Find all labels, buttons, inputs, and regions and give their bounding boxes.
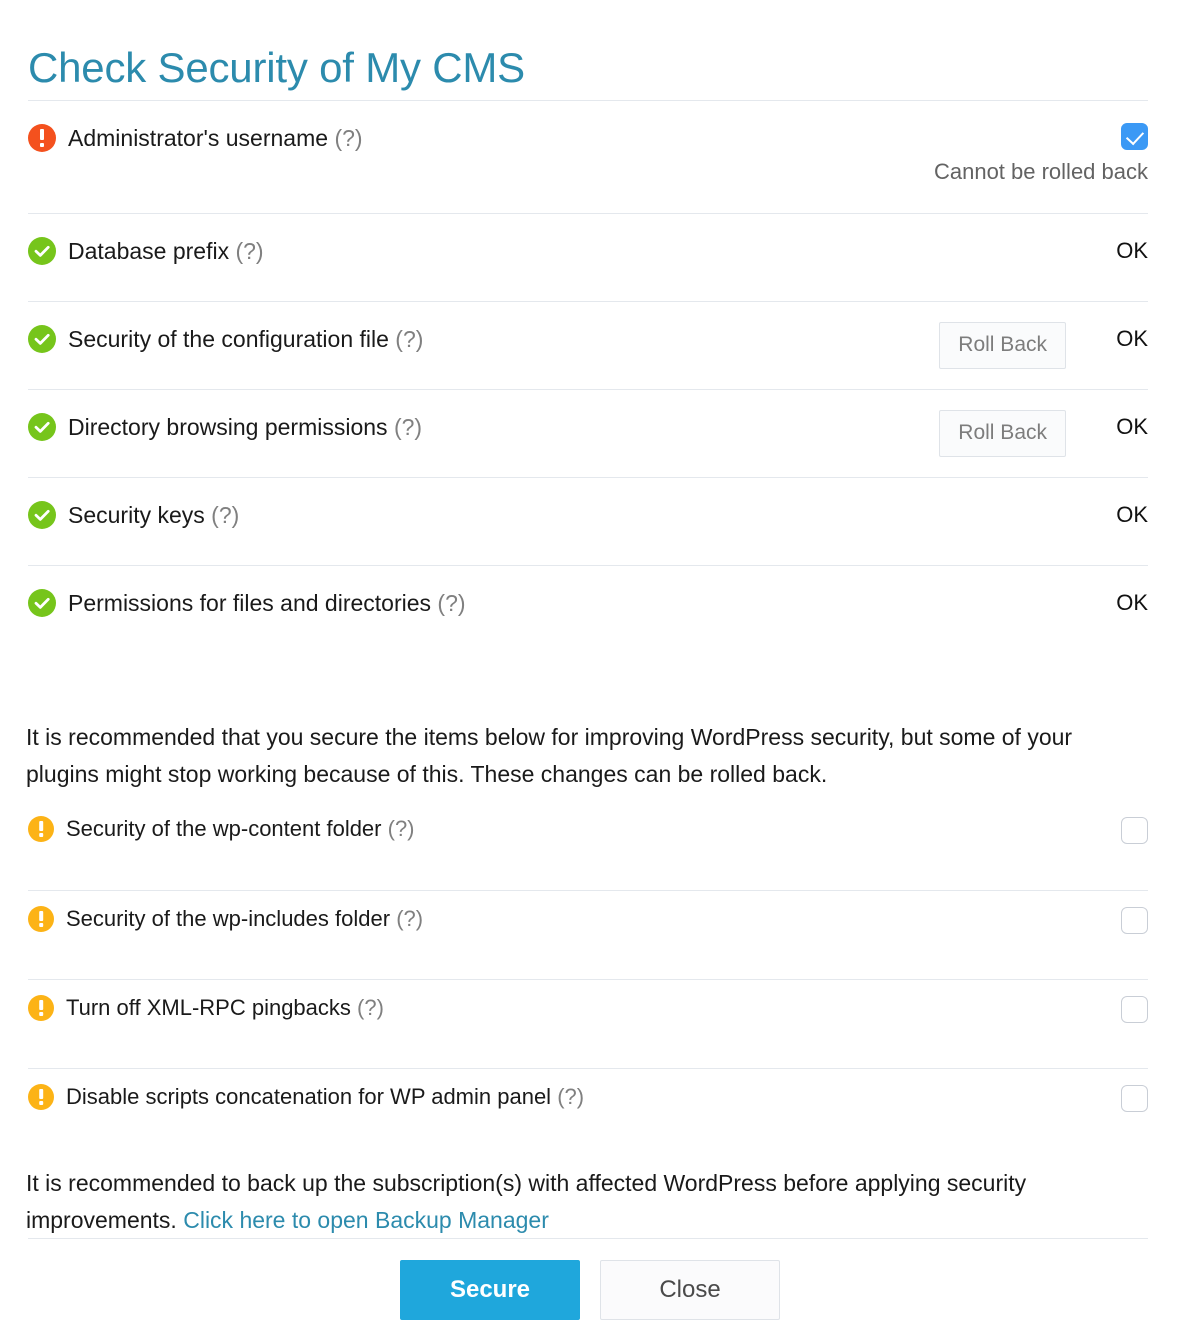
check-label: Security of the configuration file (?) bbox=[68, 326, 424, 352]
backup-manager-link[interactable]: Click here to open Backup Manager bbox=[183, 1207, 549, 1233]
optional-row-label-group: Security of the wp-content folder (?) bbox=[28, 801, 1121, 843]
checkbox-wp-includes-folder[interactable] bbox=[1121, 907, 1148, 934]
roll-back-button[interactable]: Roll Back bbox=[939, 322, 1066, 369]
backup-notice: It is recommended to back up the subscri… bbox=[26, 1165, 1150, 1239]
optional-row-label-group: Turn off XML-RPC pingbacks (?) bbox=[28, 980, 1121, 1022]
list-item: Disable scripts concatenation for WP adm… bbox=[28, 1068, 1148, 1145]
optional-label: Disable scripts concatenation for WP adm… bbox=[66, 1084, 585, 1109]
table-row: Security of the configuration file (?) R… bbox=[28, 301, 1148, 389]
list-item: Security of the wp-includes folder (?) bbox=[28, 890, 1148, 979]
optional-label: Security of the wp-content folder (?) bbox=[66, 816, 415, 841]
list-item: Security of the wp-content folder (?) bbox=[28, 801, 1148, 890]
error-exclamation-icon bbox=[28, 124, 56, 152]
optional-label: Turn off XML-RPC pingbacks (?) bbox=[66, 995, 384, 1020]
help-hint-icon[interactable]: (?) bbox=[394, 414, 422, 440]
check-row-control-group: Cannot be rolled back bbox=[934, 101, 1148, 184]
check-label: Permissions for files and directories (?… bbox=[68, 590, 466, 616]
check-label: Administrator's username (?) bbox=[68, 125, 363, 151]
status-badge: OK bbox=[1116, 590, 1148, 615]
help-hint-icon[interactable]: (?) bbox=[357, 995, 384, 1020]
optional-label: Security of the wp-includes folder (?) bbox=[66, 906, 424, 931]
check-row-label-group: Database prefix (?) bbox=[28, 214, 1084, 265]
checkbox-scripts-concatenation[interactable] bbox=[1121, 1085, 1148, 1112]
optional-row-label-group: Disable scripts concatenation for WP adm… bbox=[28, 1069, 1121, 1111]
help-hint-icon[interactable]: (?) bbox=[334, 125, 362, 151]
help-hint-icon[interactable]: (?) bbox=[395, 326, 423, 352]
check-row-label-group: Security of the configuration file (?) bbox=[28, 302, 939, 353]
check-row-label-group: Directory browsing permissions (?) bbox=[28, 390, 939, 441]
status-badge: OK bbox=[1116, 414, 1148, 439]
table-row: Security keys (?) OK bbox=[28, 477, 1148, 565]
help-hint-icon[interactable]: (?) bbox=[388, 816, 415, 841]
check-row-label-group: Administrator's username (?) bbox=[28, 101, 1121, 152]
check-label: Database prefix (?) bbox=[68, 238, 264, 264]
check-row-label-group: Permissions for files and directories (?… bbox=[28, 566, 1084, 617]
status-badge: OK bbox=[1116, 502, 1148, 527]
optional-row-label-group: Security of the wp-includes folder (?) bbox=[28, 891, 1121, 933]
secure-button[interactable]: Secure bbox=[400, 1260, 580, 1320]
footer-divider bbox=[28, 1238, 1148, 1239]
optional-row-control-group bbox=[1121, 891, 1148, 934]
help-hint-icon[interactable]: (?) bbox=[396, 906, 423, 931]
warning-exclamation-icon bbox=[28, 995, 54, 1021]
check-row-control-group: OK bbox=[1084, 566, 1148, 617]
help-hint-icon[interactable]: (?) bbox=[437, 590, 465, 616]
help-hint-icon[interactable]: (?) bbox=[235, 238, 263, 264]
check-label: Security keys (?) bbox=[68, 502, 240, 528]
optional-row-control-group bbox=[1121, 1069, 1148, 1112]
check-circle-icon bbox=[28, 325, 56, 353]
check-circle-icon bbox=[28, 413, 56, 441]
list-item: Turn off XML-RPC pingbacks (?) bbox=[28, 979, 1148, 1068]
warning-exclamation-icon bbox=[28, 1084, 54, 1110]
optional-row-control-group bbox=[1121, 980, 1148, 1023]
check-row-label-group: Security keys (?) bbox=[28, 478, 1084, 529]
cannot-be-rolled-back-note: Cannot be rolled back bbox=[933, 159, 1148, 184]
check-row-control-group: Roll Back OK bbox=[939, 302, 1148, 369]
checkbox-xml-rpc-pingbacks[interactable] bbox=[1121, 996, 1148, 1023]
check-circle-icon bbox=[28, 589, 56, 617]
checkbox-wp-content-folder[interactable] bbox=[1121, 817, 1148, 844]
security-check-list: Administrator's username (?) Cannot be r… bbox=[28, 100, 1148, 653]
optional-row-control-group bbox=[1121, 801, 1148, 844]
dialog-footer: Secure Close bbox=[0, 1260, 1180, 1320]
warning-exclamation-icon bbox=[28, 906, 54, 932]
check-row-control-group: Roll Back OK bbox=[939, 390, 1148, 457]
security-check-dialog: Check Security of My CMS Administrator's… bbox=[0, 0, 1180, 1320]
recommendation-text-top: It is recommended that you secure the it… bbox=[26, 724, 1073, 787]
status-badge: OK bbox=[1116, 326, 1148, 351]
check-circle-icon bbox=[28, 237, 56, 265]
check-row-control-group: OK bbox=[1084, 478, 1148, 529]
checkbox-administrators-username[interactable] bbox=[1121, 123, 1148, 150]
optional-security-list: Security of the wp-content folder (?) Se… bbox=[28, 801, 1148, 1145]
table-row: Database prefix (?) OK bbox=[28, 213, 1148, 301]
table-row: Permissions for files and directories (?… bbox=[28, 565, 1148, 653]
status-badge: OK bbox=[1116, 238, 1148, 263]
close-button[interactable]: Close bbox=[600, 1260, 780, 1320]
table-row: Directory browsing permissions (?) Roll … bbox=[28, 389, 1148, 477]
check-label: Directory browsing permissions (?) bbox=[68, 414, 423, 440]
page-title: Check Security of My CMS bbox=[28, 44, 525, 92]
table-row: Administrator's username (?) Cannot be r… bbox=[28, 100, 1148, 213]
roll-back-button[interactable]: Roll Back bbox=[939, 410, 1066, 457]
help-hint-icon[interactable]: (?) bbox=[557, 1084, 584, 1109]
help-hint-icon[interactable]: (?) bbox=[211, 502, 239, 528]
warning-exclamation-icon bbox=[28, 816, 54, 842]
check-circle-icon bbox=[28, 501, 56, 529]
check-row-control-group: OK bbox=[1084, 214, 1148, 265]
